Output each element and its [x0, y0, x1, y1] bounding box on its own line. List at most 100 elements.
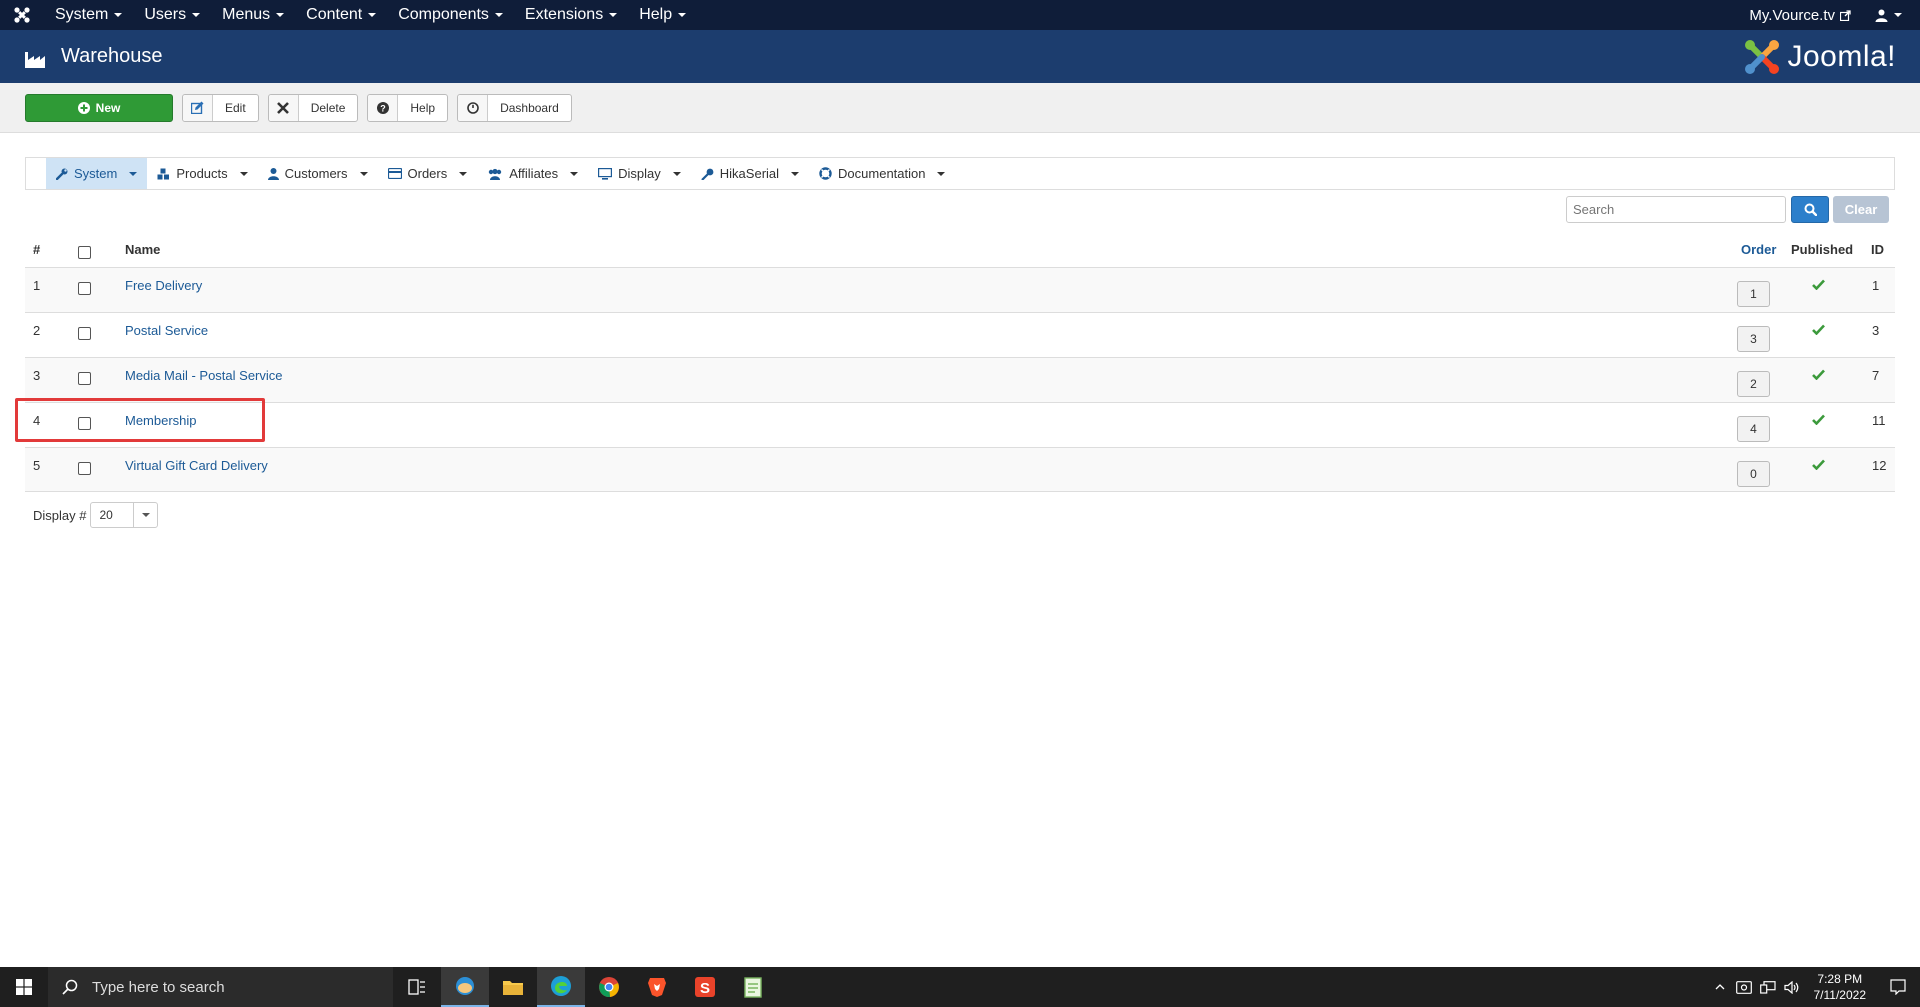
dashboard-button[interactable]: Dashboard [457, 93, 572, 122]
warehouse-name-link[interactable]: Virtual Gift Card Delivery [125, 458, 268, 473]
submenu-label: Affiliates [509, 166, 559, 181]
task-view-icon[interactable] [393, 967, 441, 1007]
select-all-checkbox[interactable] [78, 246, 91, 259]
dashboard-icon [458, 94, 489, 121]
taskbar-search-placeholder: Type here to search [92, 978, 225, 996]
page-header: Warehouse Joomla! [0, 30, 1920, 83]
edit-button-label: Edit [225, 100, 246, 115]
edge-browser-icon[interactable] [537, 967, 585, 1007]
joomla-logo-icon[interactable] [0, 0, 44, 30]
menu-label: Extensions [524, 6, 604, 23]
clear-button[interactable]: Clear [1833, 196, 1889, 223]
plus-circle-icon [77, 101, 90, 114]
caret-down-icon [114, 13, 123, 17]
submenu-label: System [74, 166, 118, 181]
svg-text:?: ? [380, 103, 386, 113]
menu-help[interactable]: Help [628, 0, 697, 30]
volume-icon[interactable] [1780, 980, 1804, 994]
header-order[interactable]: Order [1741, 242, 1776, 257]
submenu-label: Documentation [838, 166, 926, 181]
windows-logo-icon [16, 979, 32, 995]
submenu-system[interactable]: System [46, 158, 148, 189]
file-explorer-icon[interactable] [489, 967, 537, 1007]
delete-button[interactable]: Delete [267, 93, 359, 122]
taskbar-clock[interactable]: 7:28 PM 7/11/2022 [1804, 971, 1877, 1003]
menu-system[interactable]: System [44, 0, 133, 30]
submenu-hikaserial[interactable]: HikaSerial [691, 158, 809, 189]
brand-text: Joomla! [1787, 39, 1896, 73]
caret-down-icon [494, 13, 503, 17]
caret-down-icon [276, 13, 285, 17]
published-check-icon[interactable] [1812, 368, 1825, 383]
menu-users[interactable]: Users [133, 0, 211, 30]
wrench-icon [56, 168, 68, 180]
brave-browser-icon[interactable] [633, 967, 681, 1007]
published-check-icon[interactable] [1812, 458, 1825, 473]
caret-down-icon [570, 171, 579, 176]
search-button[interactable] [1791, 196, 1829, 223]
row-checkbox[interactable] [78, 327, 91, 340]
submenu-documentation[interactable]: Documentation [809, 158, 955, 189]
chat-app-icon[interactable] [441, 967, 489, 1007]
help-button[interactable]: ? Help [367, 93, 449, 122]
submenu-orders[interactable]: Orders [378, 158, 478, 189]
row-number: 5 [33, 458, 41, 473]
published-check-icon[interactable] [1812, 278, 1825, 293]
row-checkbox[interactable] [78, 282, 91, 295]
row-number: 3 [33, 368, 41, 383]
highlight-box [15, 398, 265, 442]
windows-start-button[interactable] [0, 967, 48, 1007]
pagination-display: Display # 20 [33, 502, 159, 528]
caret-down-icon [129, 171, 138, 176]
published-check-icon[interactable] [1812, 413, 1825, 428]
life-ring-icon [819, 167, 832, 180]
caret-down-icon [672, 171, 681, 176]
table-row: 2 Postal Service 3 3 [25, 312, 1895, 357]
display-limit-select[interactable]: 20 [90, 502, 159, 528]
chrome-browser-icon[interactable] [585, 967, 633, 1007]
submenu-label: Customers [284, 166, 348, 181]
warehouse-name-link[interactable]: Postal Service [125, 323, 208, 338]
notepad-icon[interactable] [729, 967, 777, 1007]
caret-down-icon [368, 13, 377, 17]
menu-extensions[interactable]: Extensions [514, 0, 628, 30]
table-row: 5 Virtual Gift Card Delivery 0 12 [25, 447, 1895, 492]
site-link[interactable]: My.Vource.tv [1735, 7, 1865, 24]
warehouse-name-link[interactable]: Free Delivery [125, 278, 202, 293]
warehouse-name-link[interactable]: Media Mail - Postal Service [125, 368, 283, 383]
submenu-customers[interactable]: Customers [258, 158, 378, 189]
page-title: Warehouse [61, 45, 163, 67]
caret-down-icon [937, 171, 946, 176]
published-check-icon[interactable] [1812, 323, 1825, 338]
menu-label: Menus [222, 6, 271, 23]
meet-now-icon[interactable] [1732, 980, 1756, 994]
joomla-brand: Joomla! [1743, 38, 1896, 76]
caret-down-icon [192, 13, 201, 17]
taskbar-search-box[interactable]: Type here to search [48, 967, 393, 1007]
notification-center-icon[interactable] [1876, 967, 1920, 1007]
menu-content[interactable]: Content [295, 0, 387, 30]
caret-down-icon [609, 13, 618, 17]
row-id: 11 [1872, 413, 1886, 428]
edit-button[interactable]: Edit [182, 93, 259, 122]
table-row: 3 Media Mail - Postal Service 2 7 [25, 357, 1895, 402]
row-checkbox[interactable] [78, 462, 91, 475]
system-tray: 7:28 PM 7/11/2022 [1708, 967, 1920, 1007]
menu-label: System [55, 6, 109, 23]
search-input[interactable] [1566, 196, 1786, 223]
submenu-display[interactable]: Display [588, 158, 691, 189]
submenu-affiliates[interactable]: Affiliates [477, 158, 588, 189]
display-label: Display # [33, 507, 87, 523]
chevron-up-icon[interactable] [1708, 984, 1732, 990]
credit-card-icon [387, 168, 402, 179]
user-menu[interactable] [1865, 9, 1920, 22]
snagit-icon[interactable]: S [681, 967, 729, 1007]
row-checkbox[interactable] [78, 372, 91, 385]
caret-down-icon [359, 171, 368, 176]
row-id: 1 [1872, 278, 1880, 293]
network-icon[interactable] [1756, 980, 1780, 994]
new-button[interactable]: New [25, 93, 173, 122]
menu-menus[interactable]: Menus [211, 0, 295, 30]
menu-components[interactable]: Components [387, 0, 514, 30]
submenu-products[interactable]: Products [147, 158, 257, 189]
